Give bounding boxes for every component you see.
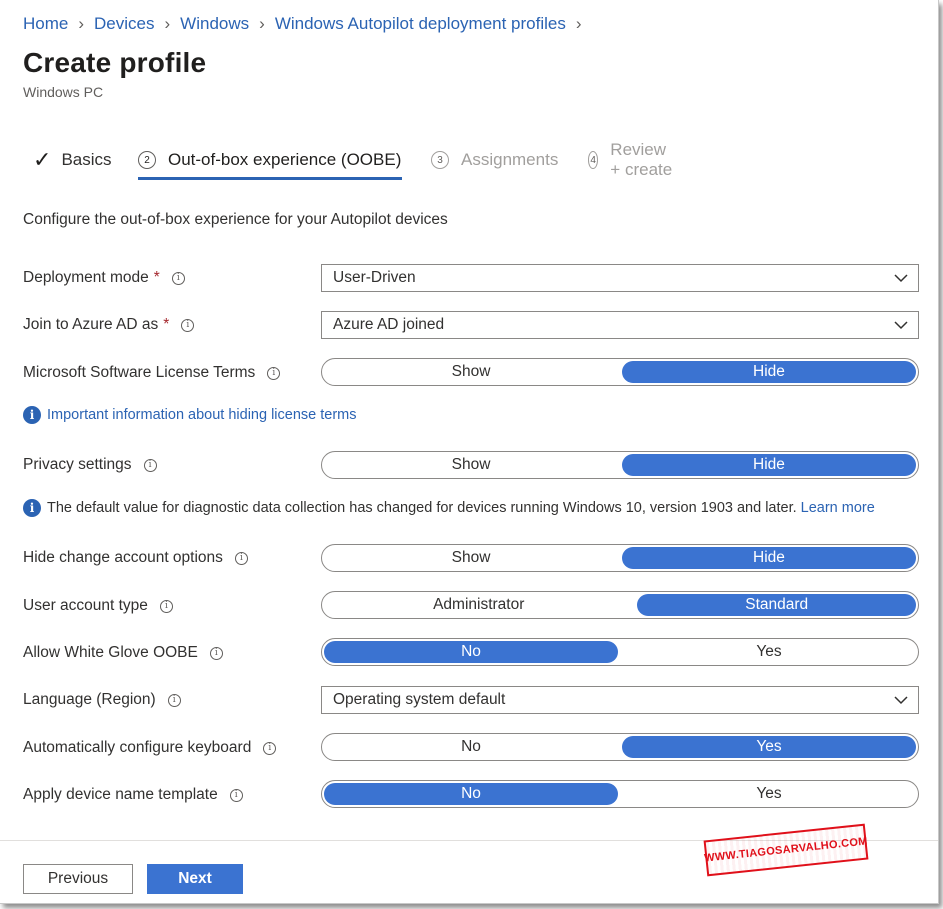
info-icon[interactable]: i — [167, 693, 181, 707]
device-name-template-label-text: Apply device name template — [23, 786, 218, 803]
breadcrumb: Home › Devices › Windows › Windows Autop… — [23, 14, 592, 34]
white-glove-toggle[interactable]: No Yes — [321, 638, 919, 666]
deployment-mode-dropdown[interactable]: User-Driven — [321, 264, 919, 292]
required-asterisk: * — [153, 269, 160, 286]
white-glove-label-text: Allow White Glove OOBE — [23, 644, 198, 661]
auto-keyboard-no-option[interactable]: No — [324, 736, 618, 758]
deployment-mode-label: Deployment mode * i — [23, 269, 185, 287]
info-icon[interactable]: i — [267, 366, 281, 380]
tab-review-create-label: Review + create — [610, 140, 673, 179]
join-azure-ad-label: Join to Azure AD as * i — [23, 316, 195, 334]
privacy-settings-label-text: Privacy settings — [23, 456, 132, 473]
license-terms-show-option[interactable]: Show — [324, 361, 618, 383]
info-filled-icon: i — [23, 499, 41, 517]
join-azure-ad-label-text: Join to Azure AD as — [23, 316, 159, 333]
white-glove-label: Allow White Glove OOBE i — [23, 644, 223, 662]
chevron-down-icon — [894, 274, 908, 283]
join-azure-ad-dropdown[interactable]: Azure AD joined — [321, 311, 919, 339]
user-account-type-label: User account type i — [23, 597, 173, 615]
chevron-right-icon: › — [78, 14, 85, 33]
info-icon[interactable]: i — [143, 458, 157, 472]
breadcrumb-windows[interactable]: Windows — [180, 14, 249, 34]
device-name-template-no-option[interactable]: No — [324, 783, 618, 805]
chevron-right-icon: › — [575, 14, 582, 33]
language-region-dropdown[interactable]: Operating system default — [321, 686, 919, 714]
required-asterisk: * — [163, 316, 170, 333]
breadcrumb-home[interactable]: Home — [23, 14, 68, 34]
chevron-right-icon: › — [259, 14, 265, 33]
chevron-down-icon — [894, 321, 908, 330]
privacy-notice-text: The default value for diagnostic data co… — [47, 500, 797, 516]
info-icon[interactable]: i — [209, 646, 223, 660]
privacy-notice: i The default value for diagnostic data … — [23, 499, 875, 517]
info-icon[interactable]: i — [159, 599, 173, 613]
hide-change-account-toggle[interactable]: Show Hide — [321, 544, 919, 572]
tab-review-create[interactable]: 4 Review + create — [588, 140, 674, 179]
deployment-mode-label-text: Deployment mode — [23, 269, 149, 286]
license-terms-label: Microsoft Software License Terms i — [23, 364, 281, 382]
language-region-label: Language (Region) i — [23, 691, 181, 709]
privacy-hide-option[interactable]: Hide — [622, 454, 916, 476]
chevron-right-icon: › — [164, 14, 171, 33]
tab-oobe[interactable]: 2 Out-of-box experience (OOBE) — [138, 143, 402, 180]
chevron-down-icon — [894, 696, 908, 705]
info-icon[interactable]: i — [263, 741, 277, 755]
white-glove-yes-option[interactable]: Yes — [622, 641, 916, 663]
license-terms-info-link[interactable]: Important information about hiding licen… — [47, 407, 357, 423]
watermark-stamp: WWW.TIAGOSARVALHO.COM — [703, 823, 869, 877]
language-region-value: Operating system default — [333, 691, 506, 708]
hide-change-account-hide-option[interactable]: Hide — [622, 547, 916, 569]
user-account-type-toggle[interactable]: Administrator Standard — [321, 591, 919, 619]
hide-change-account-label-text: Hide change account options — [23, 549, 223, 566]
hide-change-account-label: Hide change account options i — [23, 549, 248, 567]
license-terms-toggle[interactable]: Show Hide — [321, 358, 919, 386]
privacy-settings-label: Privacy settings i — [23, 456, 157, 474]
administrator-option[interactable]: Administrator — [324, 594, 633, 616]
tab-basics[interactable]: ✓ Basics — [33, 143, 112, 177]
device-name-template-toggle[interactable]: No Yes — [321, 780, 919, 808]
info-filled-icon: i — [23, 406, 41, 424]
license-terms-hide-option[interactable]: Hide — [622, 361, 916, 383]
intro-text: Configure the out-of-box experience for … — [23, 211, 448, 228]
page-subtitle: Windows PC — [23, 84, 104, 100]
device-name-template-yes-option[interactable]: Yes — [622, 783, 916, 805]
create-profile-panel: Home › Devices › Windows › Windows Autop… — [0, 0, 939, 904]
step-number-icon: 2 — [138, 151, 156, 169]
breadcrumb-autopilot-profiles[interactable]: Windows Autopilot deployment profiles — [275, 14, 566, 34]
white-glove-no-option[interactable]: No — [324, 641, 618, 663]
info-icon[interactable]: i — [181, 318, 195, 332]
info-icon[interactable]: i — [234, 551, 248, 565]
standard-option[interactable]: Standard — [637, 594, 916, 616]
info-icon[interactable]: i — [171, 271, 185, 285]
privacy-settings-toggle[interactable]: Show Hide — [321, 451, 919, 479]
tab-oobe-label: Out-of-box experience (OOBE) — [168, 150, 402, 169]
join-azure-ad-value: Azure AD joined — [333, 316, 445, 333]
checkmark-icon: ✓ — [33, 147, 52, 172]
auto-keyboard-yes-option[interactable]: Yes — [622, 736, 916, 758]
language-region-label-text: Language (Region) — [23, 691, 156, 708]
user-account-type-label-text: User account type — [23, 597, 148, 614]
learn-more-link[interactable]: Learn more — [801, 500, 875, 516]
step-number-icon: 4 — [588, 151, 599, 169]
auto-keyboard-toggle[interactable]: No Yes — [321, 733, 919, 761]
privacy-show-option[interactable]: Show — [324, 454, 618, 476]
tab-assignments[interactable]: 3 Assignments — [431, 143, 558, 177]
tab-assignments-label: Assignments — [461, 150, 559, 169]
deployment-mode-value: User-Driven — [333, 269, 416, 286]
license-terms-notice: i Important information about hiding lic… — [23, 406, 357, 424]
next-button[interactable]: Next — [147, 864, 243, 894]
tab-basics-label: Basics — [61, 150, 112, 169]
info-icon[interactable]: i — [229, 788, 243, 802]
hide-change-account-show-option[interactable]: Show — [324, 547, 618, 569]
auto-keyboard-label-text: Automatically configure keyboard — [23, 739, 252, 756]
previous-button[interactable]: Previous — [23, 864, 133, 894]
breadcrumb-devices[interactable]: Devices — [94, 14, 154, 34]
page-title: Create profile — [23, 47, 207, 78]
device-name-template-label: Apply device name template i — [23, 786, 243, 804]
license-terms-label-text: Microsoft Software License Terms — [23, 364, 256, 381]
step-number-icon: 3 — [431, 151, 449, 169]
auto-keyboard-label: Automatically configure keyboard i — [23, 739, 277, 757]
